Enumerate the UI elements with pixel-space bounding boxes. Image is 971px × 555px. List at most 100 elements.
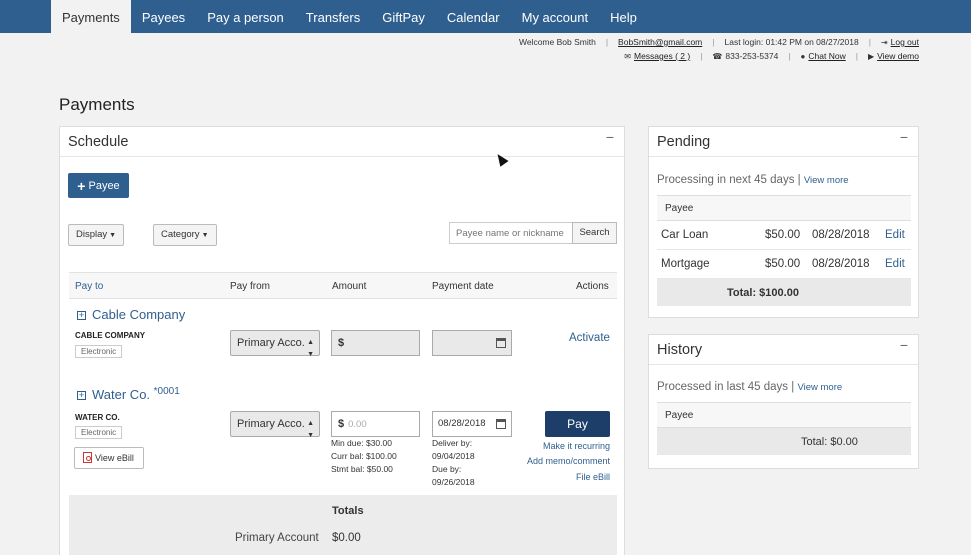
col-payment-date: Payment date xyxy=(432,281,494,292)
add-payee-button[interactable]: + Payee xyxy=(68,173,129,198)
schedule-collapse-icon[interactable]: − xyxy=(606,129,614,145)
payee-search-input[interactable] xyxy=(449,222,573,244)
history-total: Total: $0.00 xyxy=(657,428,911,455)
edit-link[interactable]: Edit xyxy=(885,258,905,270)
view-demo-link[interactable]: View demo xyxy=(877,51,919,61)
separator: | xyxy=(797,174,801,186)
col-pay-to[interactable]: Pay to xyxy=(75,281,103,292)
totals-account-label: Primary Account xyxy=(235,532,319,544)
caret-down-icon: ▼ xyxy=(109,232,117,239)
utility-bar-bottom: ✉ Messages ( 2 ) | ☎ 833-253-5374 | ● Chat … xyxy=(614,51,919,61)
messages-link[interactable]: Messages ( 2 ) xyxy=(634,51,690,61)
nav-my-account[interactable]: My account xyxy=(511,0,599,33)
current-balance: Curr bal: $100.00 xyxy=(331,451,397,461)
edit-link[interactable]: Edit xyxy=(885,229,905,241)
history-title: History xyxy=(657,342,703,358)
welcome-text: Welcome Bob Smith xyxy=(518,37,596,47)
payment-date-input[interactable]: 08/28/2018 xyxy=(432,411,512,437)
amount-input[interactable]: $0.00 xyxy=(331,411,420,437)
view-demo-wrap[interactable]: ▶ View demo xyxy=(868,51,919,61)
plus-icon: + xyxy=(77,177,86,194)
table-row: Car Loan $50.00 08/28/2018 Edit xyxy=(657,221,911,250)
due-by-label: Due by: xyxy=(432,464,462,474)
calendar-icon[interactable] xyxy=(496,419,506,429)
history-view-more-link[interactable]: View more xyxy=(797,382,842,393)
totals-title: Totals xyxy=(332,505,364,517)
logout-link-wrap[interactable]: ⇥ Log out xyxy=(881,37,919,47)
separator: | xyxy=(788,51,791,61)
phone-number: 833-253-5374 xyxy=(725,51,779,61)
separator: | xyxy=(855,51,858,61)
payee-cable-company[interactable]: + Cable Company xyxy=(77,307,185,322)
view-ebill-label: View eBill xyxy=(95,453,134,463)
envelope-icon: ✉ xyxy=(624,52,631,61)
pay-from-select[interactable]: Primary Acco. ▲ ▼ xyxy=(230,330,320,358)
table-row: Mortgage $50.00 08/28/2018 Edit xyxy=(657,250,911,279)
payee-type-badge: Electronic xyxy=(75,345,123,358)
totals-section: Totals Primary Account $0.00 xyxy=(69,495,617,555)
search-button[interactable]: Search xyxy=(572,222,617,244)
schedule-table-header: Pay to Pay from Amount Payment date Acti… xyxy=(69,272,617,299)
email-link[interactable]: BobSmith@gmail.com xyxy=(618,37,702,47)
payee-caps-name: CABLE COMPANY xyxy=(75,331,146,340)
payment-date-input[interactable] xyxy=(432,330,512,356)
make-recurring-link[interactable]: Make it recurring xyxy=(543,441,610,451)
top-nav: Payments Payees Pay a person Transfers G… xyxy=(0,0,971,33)
pending-table-header: Payee xyxy=(657,196,911,221)
nav-giftpay[interactable]: GiftPay xyxy=(371,0,436,33)
deliver-by-label: Deliver by: xyxy=(432,438,473,448)
payment-date-value: 08/28/2018 xyxy=(438,418,486,429)
display-dropdown[interactable]: Display ▼ xyxy=(68,224,125,246)
row-payee: Car Loan xyxy=(661,229,709,241)
page-title: Payments xyxy=(59,95,135,114)
nav-calendar[interactable]: Calendar xyxy=(436,0,511,33)
nav-transfers[interactable]: Transfers xyxy=(295,0,371,33)
account-number: *0001 xyxy=(153,386,180,397)
expand-icon[interactable]: + xyxy=(77,311,86,320)
add-memo-link[interactable]: Add memo/comment xyxy=(527,456,610,466)
nav-pay-a-person[interactable]: Pay a person xyxy=(196,0,295,33)
expand-icon[interactable]: + xyxy=(77,391,86,400)
pending-collapse-icon[interactable]: − xyxy=(900,129,908,145)
nav-payments[interactable]: Payments xyxy=(51,0,131,33)
pending-subtitle-text: Processing in next 45 days xyxy=(657,174,795,186)
view-ebill-button[interactable]: View eBill xyxy=(74,447,144,469)
pending-view-more-link[interactable]: View more xyxy=(804,175,849,186)
pay-from-select[interactable]: Primary Acco. ▲ ▼ xyxy=(230,411,320,439)
logout-link[interactable]: Log out xyxy=(891,37,919,47)
row-date: 08/28/2018 xyxy=(812,229,870,241)
updown-arrow-icon: ▲ ▼ xyxy=(307,420,314,439)
category-dropdown[interactable]: Category ▼ xyxy=(153,224,217,246)
schedule-header: Schedule − xyxy=(60,127,624,157)
payee-type-badge: Electronic xyxy=(75,426,123,439)
amount-placeholder: 0.00 xyxy=(348,419,367,430)
pay-button[interactable]: Pay xyxy=(545,411,610,437)
activate-link[interactable]: Activate xyxy=(569,332,610,344)
nav-payees[interactable]: Payees xyxy=(131,0,196,33)
last-login-text: Last login: 01:42 PM on 08/27/2018 xyxy=(724,37,859,47)
utility-bar-top: Welcome Bob Smith | BobSmith@gmail.com |… xyxy=(509,37,919,47)
payee-caps-name: WATER CO. xyxy=(75,413,120,422)
balance-info: Min due: $30.00 Curr bal: $100.00 Stmt b… xyxy=(331,437,397,476)
caret-down-icon: ▼ xyxy=(201,232,209,239)
file-ebill-link[interactable]: File eBill xyxy=(576,472,610,482)
pending-subtitle: Processing in next 45 days | View more xyxy=(657,174,849,186)
history-collapse-icon[interactable]: − xyxy=(900,337,908,353)
deliver-by-date: 09/04/2018 xyxy=(432,451,475,461)
row-amount: $50.00 xyxy=(765,229,801,241)
payee-water-co[interactable]: + Water Co. *0001 xyxy=(77,386,180,402)
messages-link-wrap[interactable]: ✉ Messages ( 2 ) xyxy=(624,51,690,61)
calendar-icon[interactable] xyxy=(496,338,506,348)
separator: | xyxy=(700,51,703,61)
phone-icon: ☎ xyxy=(712,52,723,61)
nav-help[interactable]: Help xyxy=(599,0,648,33)
pending-total-text: Total: $100.00 xyxy=(727,287,799,299)
chat-now-link[interactable]: Chat Now xyxy=(808,51,845,61)
dollar-sign: $ xyxy=(338,418,345,430)
chat-link-wrap[interactable]: ● Chat Now xyxy=(801,51,846,61)
separator: | xyxy=(868,37,871,47)
amount-input[interactable]: $ xyxy=(331,330,420,356)
due-by-date: 09/26/2018 xyxy=(432,477,475,487)
separator: | xyxy=(791,381,795,393)
history-subtitle-text: Processed in last 45 days xyxy=(657,381,789,393)
